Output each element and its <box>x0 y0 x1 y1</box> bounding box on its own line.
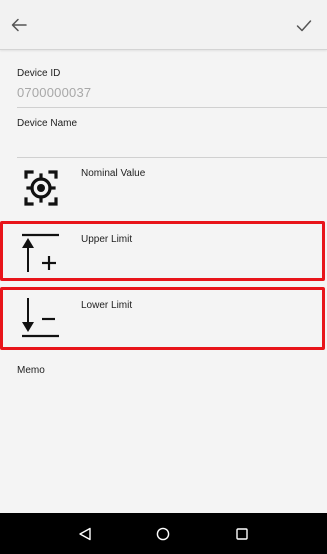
nav-back-triangle-icon <box>79 527 91 540</box>
nav-back-button[interactable] <box>72 521 98 547</box>
target-crosshair-icon <box>24 170 58 206</box>
device-name-input[interactable] <box>17 136 307 154</box>
device-id-label: Device ID <box>17 68 61 79</box>
system-nav-bar <box>0 513 327 554</box>
top-toolbar <box>0 0 327 50</box>
lower-limit-highlight <box>0 287 325 350</box>
back-button[interactable] <box>2 8 36 42</box>
nav-home-circle-icon <box>157 527 170 540</box>
nominal-value-row[interactable]: Nominal Value <box>0 158 327 214</box>
memo-label: Memo <box>17 365 45 376</box>
nominal-value-label: Nominal Value <box>81 168 146 179</box>
nav-home-button[interactable] <box>150 521 176 547</box>
nav-recents-square-icon <box>236 527 248 540</box>
arrow-left-icon <box>11 18 27 32</box>
device-id-value: 0700000037 <box>17 85 92 100</box>
device-name-label: Device Name <box>17 118 78 129</box>
device-edit-screen: Device ID 0700000037 Device Name Nominal… <box>0 0 327 554</box>
device-id-divider <box>17 107 327 108</box>
nav-recents-button[interactable] <box>229 521 255 547</box>
memo-input[interactable] <box>17 380 312 500</box>
confirm-button[interactable] <box>287 8 321 42</box>
checkmark-icon <box>296 19 312 31</box>
upper-limit-highlight <box>0 221 325 281</box>
